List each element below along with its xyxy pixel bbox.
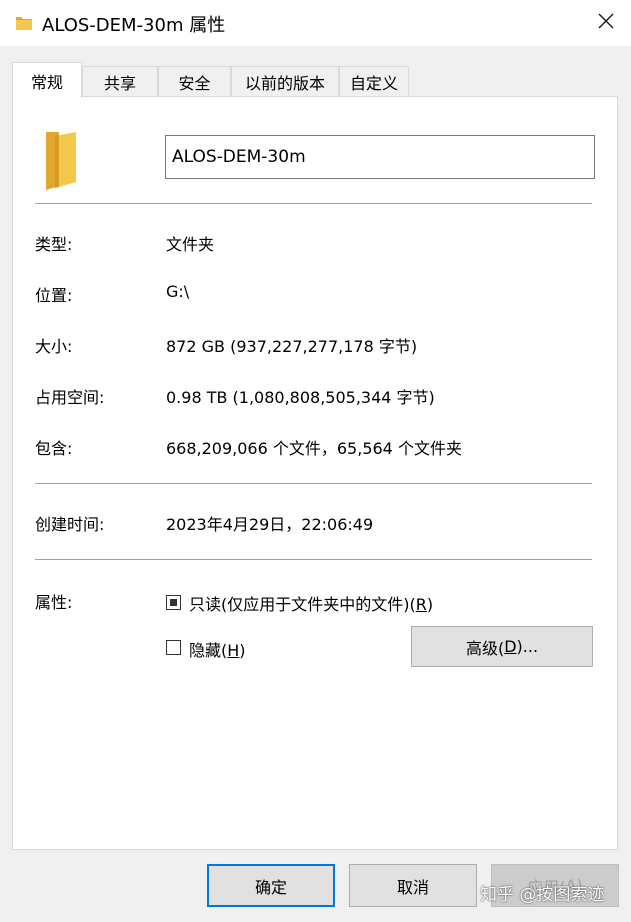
hidden-checkbox[interactable]: [166, 640, 181, 655]
contains-value: 668,209,066 个文件，65,564 个文件夹: [166, 439, 462, 458]
created-label: 创建时间:: [35, 515, 105, 534]
tab-label: 安全: [178, 74, 211, 93]
type-value: 文件夹: [166, 235, 215, 254]
advanced-button[interactable]: 高级(D)...: [411, 626, 593, 667]
title-bar: ALOS-DEM-30m 属性: [0, 0, 631, 46]
tab-label: 共享: [103, 74, 136, 93]
tab-customize[interactable]: 自定义: [339, 66, 409, 97]
readonly-label[interactable]: 只读(仅应用于文件夹中的文件)(R): [189, 591, 433, 615]
size-value: 872 GB (937,227,277,178 字节): [166, 337, 418, 356]
close-icon: [597, 12, 615, 34]
hidden-label[interactable]: 隐藏(H): [189, 637, 246, 661]
folder-icon: [14, 13, 34, 37]
readonly-checkbox[interactable]: [166, 595, 181, 610]
ok-button[interactable]: 确定: [207, 864, 335, 907]
tab-sharing[interactable]: 共享: [82, 66, 158, 97]
divider: [35, 483, 592, 484]
tab-label: 以前的版本: [244, 74, 325, 93]
size-label: 大小:: [35, 337, 73, 356]
created-value: 2023年4月29日，22:06:49: [166, 515, 374, 534]
location-label: 位置:: [35, 286, 73, 305]
cancel-button[interactable]: 取消: [349, 864, 477, 907]
tab-general[interactable]: 常规: [12, 62, 82, 98]
disk-size-value: 0.98 TB (1,080,808,505,344 字节): [166, 388, 435, 407]
folder-name-input[interactable]: [165, 135, 595, 179]
divider: [35, 203, 592, 204]
location-value: G:\: [166, 282, 190, 301]
tab-security[interactable]: 安全: [158, 66, 231, 97]
window-title: ALOS-DEM-30m 属性: [42, 15, 226, 36]
close-button[interactable]: [580, 0, 631, 46]
tab-label: 常规: [30, 72, 63, 92]
tab-label: 自定义: [349, 74, 398, 93]
general-panel: 类型: 文件夹 位置: G:\ 大小: 872 GB (937,227,277,…: [12, 96, 618, 850]
disk-size-label: 占用空间:: [35, 388, 105, 407]
tab-previous-versions[interactable]: 以前的版本: [231, 66, 339, 97]
attributes-label: 属性:: [35, 593, 73, 612]
folder-icon: [43, 130, 79, 196]
contains-label: 包含:: [35, 439, 73, 458]
watermark: 知乎 @按图索迹: [480, 885, 605, 905]
type-label: 类型:: [35, 235, 73, 254]
divider: [35, 559, 592, 560]
